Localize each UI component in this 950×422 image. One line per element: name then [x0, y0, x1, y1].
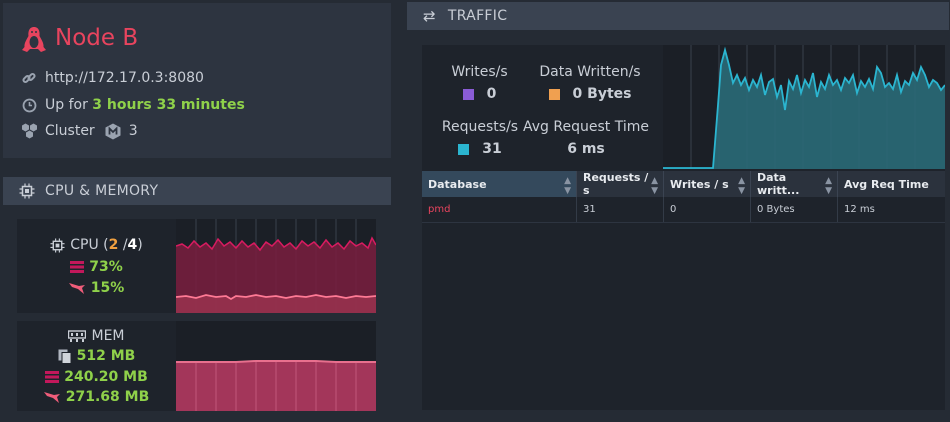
cell-data-written: 0 Bytes — [750, 197, 838, 223]
cpu-process-percent: 15% — [90, 280, 125, 296]
mem-machine: 240.20 MB — [64, 369, 148, 385]
column-data-written-label: Data writt... — [757, 171, 800, 197]
cpu-stats: CPU (2 /4) 73% 15% — [17, 219, 176, 313]
traffic-title: TRAFFIC — [447, 8, 508, 24]
cell-database[interactable]: pmd — [422, 197, 577, 223]
column-requests[interactable]: Requests / s ▲ ▼ — [576, 171, 664, 197]
node-card: Node B http://172.17.0.3:8080 Up for 3 h… — [3, 3, 391, 158]
node-title: Node B — [55, 25, 139, 51]
memory-process-line — [176, 360, 376, 363]
cpu-used-cores: 2 — [108, 237, 119, 253]
linux-icon — [21, 26, 47, 58]
cpu-machine-row: 73% — [17, 259, 176, 275]
data-written-color-swatch — [548, 88, 560, 100]
sort-icon[interactable]: ▲ ▼ — [564, 176, 571, 196]
cluster-icon — [20, 122, 38, 140]
avg-request-value: 6 ms — [567, 141, 605, 157]
cpu-memory-title: CPU & MEMORY — [45, 183, 159, 199]
clock-icon — [20, 96, 38, 114]
uptime-prefix: Up for — [45, 97, 88, 113]
data-written-label: Data Written/s — [539, 64, 641, 80]
avg-request-stat: Avg Request Time 6 ms — [522, 119, 650, 157]
cpu-label: CPU — [70, 237, 99, 253]
node-url[interactable]: http://172.17.0.3:8080 — [45, 70, 204, 86]
requests-value: 31 — [482, 141, 502, 157]
sort-icon[interactable]: ▲ ▼ — [651, 176, 658, 196]
cpu-label-row: CPU (2 /4) — [17, 237, 176, 253]
mem-label: MEM — [91, 328, 125, 344]
memory-graph — [176, 321, 376, 411]
column-writes-label: Writes / s — [670, 177, 729, 191]
mem-total-row: 512 MB — [17, 348, 176, 364]
uptime-value: 3 hours 33 minutes — [92, 97, 245, 113]
column-database[interactable]: Database ▲ ▼ — [422, 171, 577, 197]
link-icon — [20, 69, 38, 87]
traffic-graph — [663, 45, 946, 169]
cluster-member-icon — [105, 123, 121, 140]
cluster-label: Cluster — [45, 123, 95, 139]
cpu-memory-header: CPU & MEMORY — [3, 177, 391, 205]
cpu-total-cores: 4 — [127, 237, 138, 253]
avg-request-label: Avg Request Time — [523, 119, 649, 135]
node-url-row[interactable]: http://172.17.0.3:8080 — [20, 69, 204, 87]
server-stack-icon — [45, 371, 60, 383]
cpu-paren-close: ) — [137, 237, 143, 253]
requests-label: Requests/s — [441, 119, 519, 135]
traffic-header: ⇄ TRAFFIC — [407, 2, 949, 30]
data-written-stat: Data Written/s 0 Bytes — [530, 64, 650, 102]
requests-color-swatch — [458, 143, 470, 155]
writes-color-swatch — [462, 88, 474, 100]
writes-value: 0 — [486, 86, 497, 102]
memory-stats: MEM 512 MB 240.20 MB 271.68 MB — [17, 321, 176, 411]
writes-stat: Writes/s 0 — [447, 64, 512, 102]
mem-machine-row: 240.20 MB — [17, 369, 176, 385]
sort-icon[interactable]: ▲ ▼ — [738, 176, 745, 196]
memory-module-icon — [68, 330, 87, 342]
cpu-process-row: 15% — [17, 280, 176, 296]
column-requests-label: Requests / s — [583, 171, 649, 197]
cpu-machine-percent: 73% — [89, 259, 123, 275]
copy-pages-icon — [58, 349, 72, 364]
raven-process-icon — [43, 391, 61, 404]
exchange-arrows-icon: ⇄ — [423, 7, 436, 25]
mem-total: 512 MB — [76, 348, 136, 364]
cluster-row: Cluster 3 — [20, 122, 138, 140]
traffic-panel: Writes/s 0 Data Written/s 0 Bytes Reques… — [422, 45, 946, 410]
uptime-row: Up for 3 hours 33 minutes — [20, 96, 245, 114]
cpu-graph — [175, 219, 377, 313]
column-writes[interactable]: Writes / s ▲ ▼ — [663, 171, 751, 197]
memory-panel: MEM 512 MB 240.20 MB 271.68 MB — [17, 321, 376, 411]
mem-process-row: 271.68 MB — [17, 389, 176, 405]
cpu-chip-icon — [50, 237, 65, 253]
column-avg-req-time-label: Avg Req Time — [844, 177, 929, 191]
database-traffic-table: Database ▲ ▼ Requests / s ▲ ▼ Writes / s ▲ ▼ D… — [422, 171, 945, 223]
column-avg-req-time[interactable]: Avg Req Time — [837, 171, 945, 197]
writes-label: Writes/s — [451, 64, 508, 80]
data-written-value: 0 Bytes — [572, 86, 632, 102]
mem-process: 271.68 MB — [65, 389, 150, 405]
processor-icon — [19, 183, 35, 199]
sort-icon[interactable]: ▲ ▼ — [825, 176, 832, 196]
cell-avg-req-time: 12 ms — [837, 197, 945, 223]
cluster-count: 3 — [128, 123, 138, 139]
server-stack-icon — [70, 261, 85, 273]
column-data-written[interactable]: Data writt... ▲ ▼ — [750, 171, 838, 197]
raven-process-icon — [68, 282, 86, 295]
cpu-panel: CPU (2 /4) 73% 15% — [17, 219, 377, 313]
table-header-row: Database ▲ ▼ Requests / s ▲ ▼ Writes / s ▲ ▼ D… — [422, 171, 945, 197]
requests-stat: Requests/s 31 — [440, 119, 520, 157]
requests-area — [663, 50, 945, 169]
column-database-label: Database — [428, 177, 487, 191]
mem-label-row: MEM — [17, 328, 176, 344]
cell-requests: 31 — [576, 197, 664, 223]
cell-writes: 0 — [663, 197, 751, 223]
table-row[interactable]: pmd 31 0 0 Bytes 12 ms — [422, 197, 945, 223]
